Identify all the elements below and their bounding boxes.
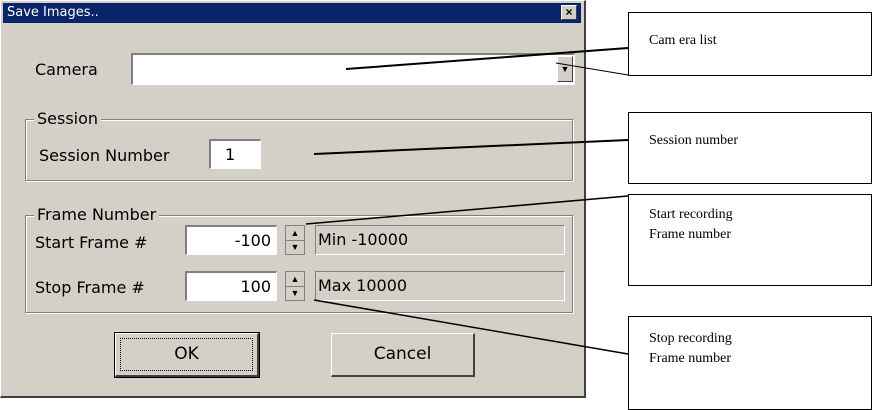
start-recording-callout: Start recording Frame number [628,194,872,286]
camera-list-note: Cam era list [649,33,717,48]
camera-list-leader [345,47,629,70]
start-recording-note-2: Frame number [649,227,732,242]
stop-recording-note-1: Stop recording [649,331,732,346]
start-recording-note-1: Start recording [649,207,733,222]
camera-list-callout: Cam era list [628,12,872,76]
session-number-leader [313,139,629,155]
camera-list-leader-2 [555,62,629,76]
stop-recording-leader [313,299,629,355]
session-number-callout: Session number [628,112,872,184]
stop-recording-callout: Stop recording Frame number [628,316,872,410]
stop-recording-note-2: Frame number [649,351,732,366]
session-number-note: Session number [649,133,739,148]
start-recording-leader [305,195,629,225]
